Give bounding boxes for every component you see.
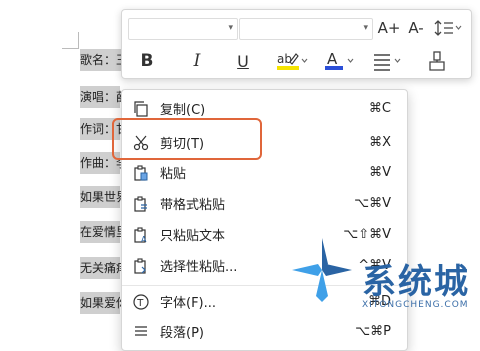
brand-name: 系统城 — [362, 262, 470, 302]
underline-icon: U — [237, 51, 249, 71]
italic-icon: I — [193, 51, 201, 71]
italic-button[interactable]: I — [184, 48, 210, 74]
grow-font-icon: A+ — [377, 19, 401, 37]
menu-item-shortcut: ⌘V — [369, 165, 391, 180]
svg-text:A: A — [141, 235, 147, 243]
font-color-icon: A — [325, 50, 354, 70]
menu-item-paragraph[interactable]: 段落(P) ⌥⌘P — [122, 316, 407, 347]
shrink-font-icon: A- — [408, 19, 424, 37]
brand-domain: XITONGCHENG.COM — [362, 300, 469, 310]
svg-text:T: T — [136, 298, 144, 309]
copy-icon — [132, 100, 150, 118]
paste-special-icon — [132, 257, 150, 275]
underline-button[interactable]: U — [230, 48, 256, 74]
chevron-down-icon: ▾ — [363, 23, 368, 33]
paste-format-icon — [132, 195, 150, 213]
highlighter-icon: ab — [277, 52, 308, 70]
menu-item-shortcut: ⌥⌘P — [355, 324, 391, 339]
bold-button[interactable]: B — [134, 48, 160, 74]
menu-item-shortcut: ⌘C — [368, 101, 391, 116]
menu-item-paste-text-only[interactable]: A 只粘贴文本 ⌥⇧⌘V — [122, 219, 407, 250]
chevron-down-icon: ▾ — [228, 23, 233, 33]
paragraph-icon — [132, 323, 150, 341]
line-spacing-button[interactable] — [431, 16, 465, 40]
paragraph-align-button[interactable] — [368, 48, 408, 74]
menu-item-label: 只粘贴文本 — [160, 229, 226, 244]
menu-item-label: 字体(F)... — [160, 296, 217, 311]
svg-text:A: A — [327, 50, 338, 68]
bold-icon: B — [140, 51, 154, 71]
align-icon — [374, 54, 401, 71]
font-icon: T — [132, 293, 150, 311]
menu-item-label: 复制(C) — [160, 103, 206, 118]
menu-item-paste[interactable]: 粘贴 ⌘V — [122, 157, 407, 188]
paste-icon — [132, 164, 150, 182]
menu-item-paste-with-format[interactable]: 带格式粘贴 ⌥⌘V — [122, 188, 407, 219]
grow-font-button[interactable]: A+ — [377, 16, 401, 40]
page-corner-mark — [62, 32, 79, 49]
brand-logo-icon — [286, 234, 358, 310]
format-painter-icon — [429, 51, 445, 71]
font-color-button[interactable]: A — [320, 48, 360, 74]
format-painter-button[interactable] — [422, 48, 452, 74]
cut-highlight-annotation — [112, 118, 262, 160]
menu-item-label: 选择性粘贴... — [160, 260, 238, 275]
shrink-font-button[interactable]: A- — [405, 16, 427, 40]
menu-item-label: 带格式粘贴 — [160, 198, 226, 213]
mini-format-toolbar: ▾ ▾ A+ A- B I U ab A — [121, 9, 472, 79]
svg-text:ab: ab — [277, 52, 292, 66]
paste-text-icon: A — [132, 226, 150, 244]
menu-item-shortcut: ⌘X — [369, 135, 391, 150]
font-name-select[interactable]: ▾ — [128, 18, 238, 40]
menu-item-label: 段落(P) — [160, 326, 204, 341]
menu-item-shortcut: ⌥⌘V — [354, 196, 391, 211]
highlight-color-button[interactable]: ab — [272, 48, 312, 74]
menu-item-label: 粘贴 — [160, 167, 187, 182]
font-size-select[interactable]: ▾ — [239, 18, 373, 40]
line-spacing-icon — [434, 20, 462, 36]
